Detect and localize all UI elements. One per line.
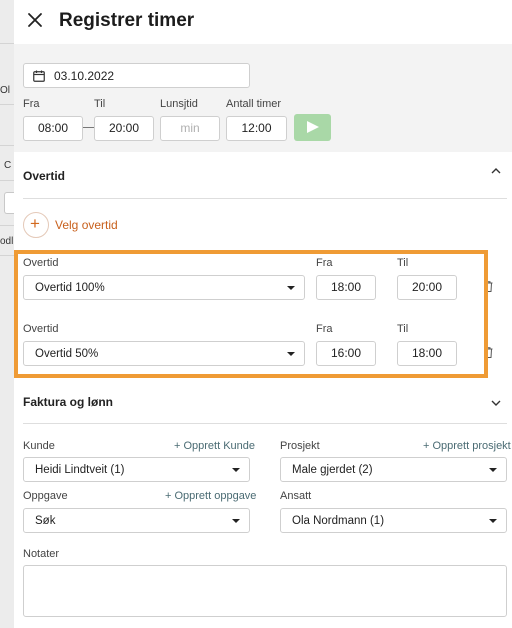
overtime-type-select[interactable]: Overtid 50% — [23, 341, 305, 366]
employee-label: Ansatt — [280, 490, 312, 502]
caret-down-icon — [232, 468, 240, 472]
divider — [0, 145, 14, 146]
date-value: 03.10.2022 — [54, 69, 115, 83]
divider — [0, 43, 14, 44]
background-text: Ol — [0, 85, 10, 96]
overtime-type-label: Overtid — [23, 257, 59, 269]
to-label: Til — [94, 98, 106, 110]
play-icon — [307, 121, 319, 133]
overtime-to-label: Til — [397, 257, 409, 269]
chevron-up-icon[interactable] — [490, 165, 502, 177]
task-label: Oppgave — [23, 490, 68, 502]
background-page: Ol C odl — [0, 0, 14, 628]
overtime-type-value: Overtid 100% — [35, 282, 105, 294]
background-field — [4, 192, 14, 214]
caret-down-icon — [489, 519, 497, 523]
customer-label: Kunde — [23, 440, 55, 452]
from-label: Fra — [23, 98, 40, 110]
overtime-type-select[interactable]: Overtid 100% — [23, 275, 305, 300]
register-hours-panel: Registrer timer 03.10.2022 Fra Til Lunsj… — [14, 0, 512, 628]
close-icon — [28, 13, 42, 27]
submit-button[interactable] — [294, 114, 331, 141]
plus-icon: + — [30, 214, 40, 233]
create-project-link[interactable]: + Opprett prosjekt — [423, 440, 511, 452]
divider — [23, 423, 507, 424]
notes-label: Notater — [23, 548, 60, 560]
project-value: Male gjerdet (2) — [292, 464, 373, 476]
background-text: odl — [0, 236, 14, 247]
task-value: Søk — [35, 515, 56, 527]
create-task-link[interactable]: + Opprett oppgave — [165, 490, 256, 502]
divider — [0, 225, 14, 226]
calendar-icon — [33, 70, 45, 82]
lunch-label: Lunsjtid — [160, 98, 198, 110]
overtime-type-value: Overtid 50% — [35, 348, 99, 360]
chevron-down-icon[interactable] — [490, 397, 502, 409]
overtime-from-label: Fra — [316, 323, 333, 335]
overtime-from-label: Fra — [316, 257, 333, 269]
divider — [0, 180, 14, 181]
project-label: Prosjekt — [280, 440, 320, 452]
to-time-input[interactable]: 20:00 — [94, 116, 154, 141]
date-field[interactable]: 03.10.2022 — [23, 63, 250, 88]
hours-input[interactable]: 12:00 — [226, 116, 287, 141]
overtime-to-label: Til — [397, 323, 409, 335]
divider — [0, 255, 14, 256]
lunch-input[interactable]: min — [160, 116, 220, 141]
overtime-from-input[interactable]: 16:00 — [316, 341, 376, 366]
close-button[interactable] — [24, 9, 46, 31]
create-customer-link[interactable]: + Opprett Kunde — [174, 440, 255, 452]
project-select[interactable]: Male gjerdet (2) — [280, 457, 507, 482]
overtime-section-title: Overtid — [23, 169, 66, 183]
overtime-to-input[interactable]: 18:00 — [397, 341, 457, 366]
caret-down-icon — [287, 286, 295, 290]
overtime-type-label: Overtid — [23, 323, 59, 335]
divider — [0, 104, 14, 105]
overtime-from-input[interactable]: 18:00 — [316, 275, 376, 300]
caret-down-icon — [232, 519, 240, 523]
trash-icon[interactable] — [484, 347, 493, 358]
billing-section-title: Faktura og lønn — [23, 395, 113, 409]
panel-title: Registrer timer — [59, 10, 195, 31]
caret-down-icon — [489, 468, 497, 472]
customer-select[interactable]: Heidi Lindtveit (1) — [23, 457, 250, 482]
overtime-to-input[interactable]: 20:00 — [397, 275, 457, 300]
employee-value: Ola Nordmann (1) — [292, 515, 385, 527]
add-overtime-label: Velg overtid — [55, 218, 118, 232]
notes-textarea[interactable] — [23, 565, 507, 617]
range-dash — [83, 127, 94, 128]
from-time-input[interactable]: 08:00 — [23, 116, 83, 141]
trash-icon[interactable] — [484, 281, 493, 292]
divider — [23, 198, 507, 199]
employee-select[interactable]: Ola Nordmann (1) — [280, 508, 507, 533]
caret-down-icon — [287, 352, 295, 356]
task-select[interactable]: Søk — [23, 508, 250, 533]
panel-header: Registrer timer — [14, 0, 512, 44]
customer-value: Heidi Lindtveit (1) — [35, 464, 125, 476]
hours-label: Antall timer — [226, 98, 282, 110]
